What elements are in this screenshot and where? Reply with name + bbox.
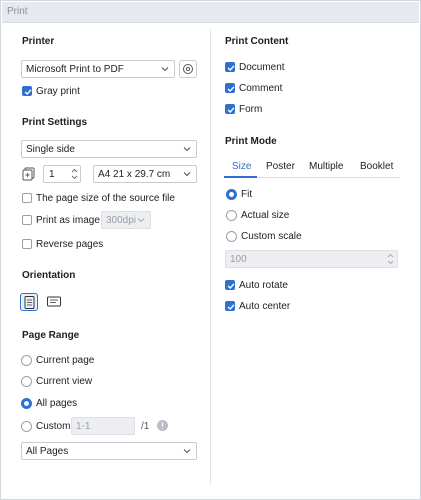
source-size-label: The page size of the source file (36, 193, 175, 204)
custom-range-input[interactable]: 1-1 (71, 417, 135, 435)
tab-multiple[interactable]: Multiple (309, 161, 343, 172)
comment-checkbox[interactable] (225, 83, 235, 93)
actual-size-radio[interactable] (226, 210, 237, 221)
scale-value: 100 (230, 254, 247, 265)
tab-active-indicator (224, 176, 257, 178)
fit-label: Fit (241, 189, 253, 200)
chevron-down-icon (183, 147, 191, 152)
window-title: Print (7, 6, 28, 17)
copies-value: 1 (49, 169, 55, 180)
custom-range-placeholder: 1-1 (76, 421, 91, 432)
print-as-image-checkbox[interactable] (22, 215, 32, 225)
custom-scale-radio[interactable] (226, 231, 237, 242)
current-page-radio[interactable] (21, 355, 32, 366)
page-subset-value: All Pages (26, 446, 69, 457)
custom-range-radio[interactable] (21, 421, 32, 432)
printer-heading: Printer (22, 36, 55, 47)
page-range-heading: Page Range (22, 330, 80, 341)
orientation-heading: Orientation (22, 270, 76, 281)
printer-select[interactable]: Microsoft Print to PDF (21, 60, 175, 78)
auto-center-label: Auto center (239, 301, 291, 312)
current-page-label: Current page (36, 355, 95, 366)
chevron-down-icon (183, 449, 191, 454)
stepper-arrows-icon[interactable] (387, 252, 394, 266)
auto-center-checkbox[interactable] (225, 301, 235, 311)
print-content-heading: Print Content (225, 36, 289, 47)
auto-rotate-label: Auto rotate (239, 280, 288, 291)
print-settings-heading: Print Settings (22, 117, 88, 128)
info-icon[interactable] (157, 420, 168, 431)
title-bar: Print (2, 2, 419, 23)
portrait-button[interactable] (20, 293, 38, 311)
auto-rotate-checkbox[interactable] (225, 280, 235, 290)
document-label: Document (239, 62, 285, 73)
comment-label: Comment (239, 83, 283, 94)
form-label: Form (239, 104, 263, 115)
current-view-radio[interactable] (21, 376, 32, 387)
tab-booklet[interactable]: Booklet (360, 161, 393, 172)
dpi-value: 300dpi (106, 215, 137, 226)
print-mode-heading: Print Mode (225, 136, 277, 147)
landscape-button[interactable] (45, 293, 63, 311)
print-as-image-label: Print as image (36, 215, 100, 226)
sides-select-value: Single side (26, 144, 75, 155)
gray-print-label: Gray print (36, 86, 80, 97)
actual-size-label: Actual size (241, 210, 290, 221)
reverse-pages-label: Reverse pages (36, 239, 104, 250)
portrait-icon (24, 296, 35, 309)
page-subset-select[interactable]: All Pages (21, 442, 197, 460)
printer-select-value: Microsoft Print to PDF (26, 64, 124, 75)
copies-stepper[interactable]: 1 (43, 165, 81, 183)
form-checkbox[interactable] (225, 104, 235, 114)
chevron-down-icon (137, 218, 145, 223)
printer-settings-button[interactable] (179, 60, 197, 78)
check-icon (24, 89, 32, 95)
gray-print-checkbox[interactable] (22, 86, 32, 96)
check-icon (227, 304, 235, 310)
paper-size-value: A4 21 x 29.7 cm (98, 169, 171, 180)
tab-size[interactable]: Size (232, 161, 251, 172)
check-icon (227, 86, 235, 92)
sides-select[interactable]: Single side (21, 140, 197, 158)
all-pages-label: All pages (36, 398, 78, 409)
chevron-down-icon (183, 172, 191, 177)
check-icon (227, 283, 235, 289)
check-icon (227, 107, 235, 113)
gear-icon (183, 64, 193, 74)
document-checkbox[interactable] (225, 62, 235, 72)
all-pages-radio[interactable] (21, 398, 32, 409)
landscape-icon (47, 296, 61, 307)
scale-stepper[interactable]: 100 (225, 250, 398, 268)
fit-radio[interactable] (226, 189, 237, 200)
chevron-down-icon (161, 67, 169, 72)
column-divider (210, 30, 211, 485)
source-size-checkbox[interactable] (22, 193, 32, 203)
page-total: /1 (141, 421, 150, 432)
custom-scale-label: Custom scale (241, 231, 302, 242)
dpi-select[interactable]: 300dpi (101, 211, 151, 229)
check-icon (227, 65, 235, 71)
reverse-pages-checkbox[interactable] (22, 239, 32, 249)
custom-range-label: Custom (36, 421, 71, 432)
paper-size-select[interactable]: A4 21 x 29.7 cm (93, 165, 197, 183)
copies-icon (22, 167, 35, 181)
current-view-label: Current view (36, 376, 93, 387)
stepper-arrows-icon[interactable] (71, 167, 78, 181)
tab-poster[interactable]: Poster (266, 161, 295, 172)
